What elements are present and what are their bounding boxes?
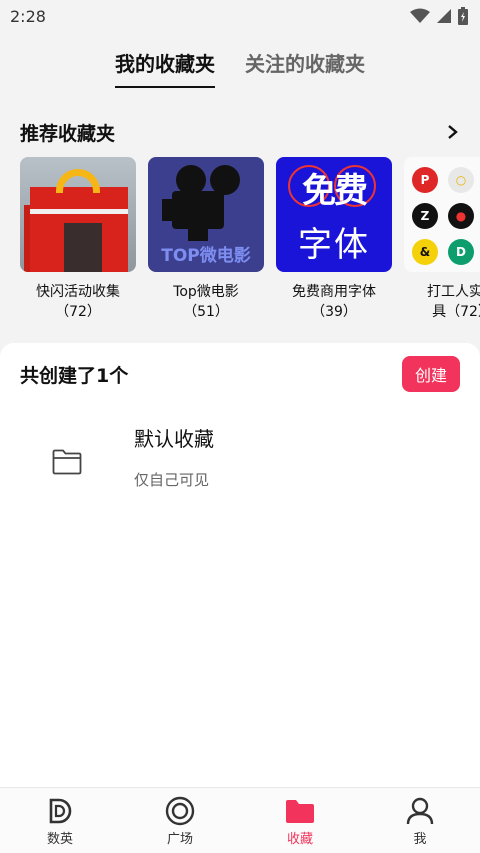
- nav-item-me[interactable]: 我: [360, 788, 480, 853]
- recommend-item-name: 快闪活动收集: [36, 284, 120, 300]
- tab-followed-collections[interactable]: 关注的收藏夹: [245, 44, 365, 90]
- shuying-logo-icon: [49, 798, 72, 824]
- collection-tabs: 我的收藏夹 关注的收藏夹: [0, 44, 480, 90]
- create-button[interactable]: 创建: [402, 356, 460, 392]
- recommend-item-count: 具（72）: [432, 304, 480, 320]
- nav-item-favorites[interactable]: 收藏: [240, 788, 360, 853]
- my-collections-sheet: 共创建了1个 创建 默认收藏 仅自己可见: [0, 343, 480, 787]
- folder-item[interactable]: 默认收藏 仅自己可见: [0, 413, 480, 513]
- thumbnail-caption-bottom: 字体: [298, 225, 370, 265]
- user-icon: [406, 797, 434, 825]
- recommend-item[interactable]: 快闪活动收集 （72）: [20, 157, 136, 327]
- recommend-item[interactable]: P ○ Z ● & D 打工人实用 具（72）: [404, 157, 480, 327]
- thumbnail-caption-top: 免费: [302, 171, 368, 211]
- sheet-header: 共创建了1个 创建: [20, 355, 460, 393]
- collection-thumbnail: [20, 157, 136, 272]
- status-bar: 2:28: [0, 0, 480, 32]
- thumbnail-caption: TOP微电影: [161, 246, 251, 266]
- wifi-icon: [410, 8, 430, 23]
- created-count-title: 共创建了1个: [20, 364, 129, 387]
- collection-thumbnail: P ○ Z ● & D: [404, 157, 480, 272]
- recommend-item[interactable]: 免费 字体 免费商用字体 （39）: [276, 157, 392, 327]
- folder-outline-icon: [52, 449, 82, 475]
- chevron-right-icon[interactable]: [446, 124, 460, 140]
- recommend-header: 推荐收藏夹: [20, 116, 460, 148]
- nav-label: 我: [413, 832, 427, 847]
- recommend-item-count: （51）: [183, 304, 229, 320]
- recommend-item-name: 打工人实用: [427, 284, 480, 300]
- battery-icon: [458, 7, 468, 25]
- collection-thumbnail: 免费 字体: [276, 157, 392, 272]
- nav-label: 数英: [46, 832, 73, 847]
- recommend-list: 快闪活动收集 （72） TOP微电影 Top微电影 （51） 免费 字体 免费商…: [20, 157, 480, 327]
- nav-label: 收藏: [286, 832, 313, 847]
- tab-my-collections[interactable]: 我的收藏夹: [115, 44, 215, 90]
- signal-icon: [437, 9, 451, 23]
- folder-icon: [286, 800, 314, 823]
- nav-item-square[interactable]: 广场: [120, 788, 240, 853]
- recommend-item[interactable]: TOP微电影 Top微电影 （51）: [148, 157, 264, 327]
- nav-label: 广场: [166, 832, 193, 847]
- nav-item-shuying[interactable]: 数英: [0, 788, 120, 853]
- recommend-item-name: Top微电影: [173, 284, 239, 300]
- status-icons: [410, 7, 468, 25]
- folder-name: 默认收藏: [134, 427, 214, 451]
- bottom-navigation: 数英 广场 收藏 我: [0, 787, 480, 853]
- collection-thumbnail: TOP微电影: [148, 157, 264, 272]
- recommend-item-name: 免费商用字体: [292, 284, 376, 300]
- status-time: 2:28: [10, 6, 46, 26]
- recommend-title: 推荐收藏夹: [20, 122, 116, 145]
- target-circle-icon: [165, 796, 195, 826]
- folder-visibility: 仅自己可见: [134, 471, 210, 489]
- recommend-item-count: （39）: [311, 304, 357, 320]
- recommend-item-count: （72）: [55, 304, 101, 320]
